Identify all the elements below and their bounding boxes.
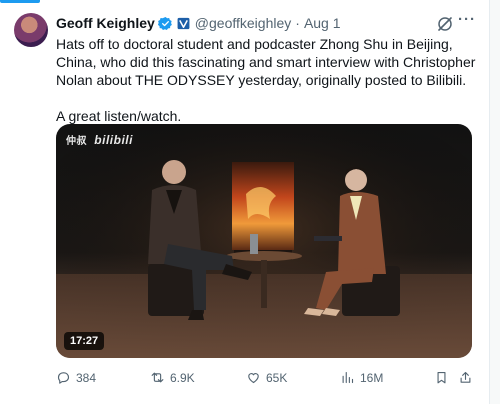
- views-icon: [342, 371, 354, 384]
- tweet-date[interactable]: Aug 1: [304, 15, 341, 31]
- tweet-text: Hats off to doctoral student and podcast…: [56, 35, 476, 125]
- avatar[interactable]: [14, 13, 48, 47]
- retweet-button[interactable]: 6.9K: [150, 370, 195, 385]
- reply-button[interactable]: 384: [56, 370, 96, 385]
- tweet-card[interactable]: Geoff Keighley @geoffkeighley · Aug 1 ··…: [0, 0, 490, 404]
- reply-icon: [57, 372, 70, 384]
- video-frame: [56, 124, 472, 358]
- retweet-icon: [151, 372, 164, 383]
- heart-icon: [248, 373, 259, 384]
- share-button[interactable]: [458, 370, 473, 385]
- views-count: 16M: [360, 370, 384, 385]
- tweet-actions: 384 6.9K 65K 16M: [56, 370, 476, 388]
- grok-icon[interactable]: [436, 15, 454, 33]
- retweet-count: 6.9K: [170, 370, 195, 385]
- separator-dot: ·: [295, 15, 300, 31]
- share-icon: [460, 371, 471, 383]
- author-handle[interactable]: @geoffkeighley: [195, 15, 291, 31]
- tweet-header: Geoff Keighley @geoffkeighley · Aug 1: [56, 14, 341, 32]
- active-indicator: [0, 0, 40, 3]
- bilibili-watermark: 仲叔 bilibili: [66, 132, 133, 147]
- author-name[interactable]: Geoff Keighley: [56, 15, 155, 31]
- verified-badge-icon: [157, 16, 173, 31]
- tweet-text-paragraph: Hats off to doctoral student and podcast…: [56, 36, 476, 88]
- watermark-channel: 仲叔: [66, 136, 87, 147]
- video-duration-badge: 17:27: [64, 332, 105, 350]
- video-player[interactable]: 仲叔 bilibili 17:27: [56, 124, 472, 358]
- views-button[interactable]: 16M: [340, 370, 383, 385]
- watermark-brand: bilibili: [94, 133, 133, 147]
- like-button[interactable]: 65K: [246, 370, 287, 385]
- tweet-text-paragraph: A great listen/watch.: [56, 108, 182, 124]
- affiliate-badge-icon[interactable]: [176, 16, 191, 31]
- bookmark-icon: [437, 371, 446, 384]
- bookmark-button[interactable]: [434, 370, 449, 385]
- like-count: 65K: [266, 370, 288, 385]
- more-icon[interactable]: ···: [456, 12, 478, 33]
- reply-count: 384: [76, 370, 97, 385]
